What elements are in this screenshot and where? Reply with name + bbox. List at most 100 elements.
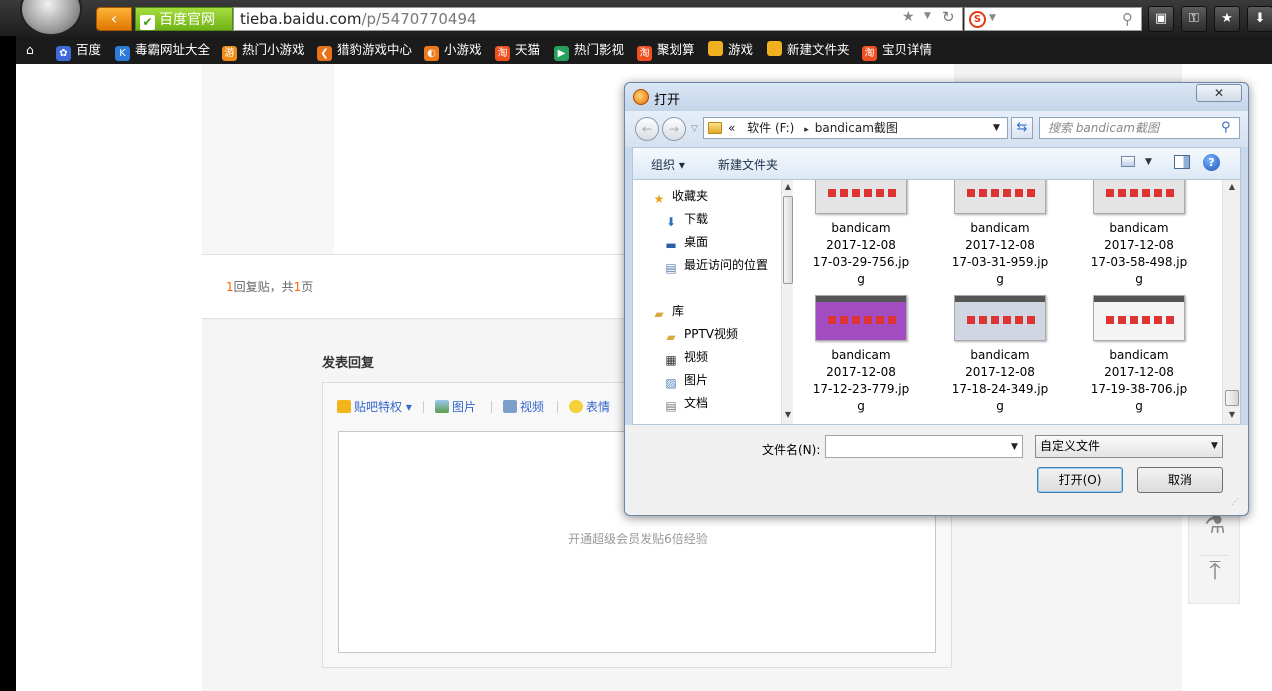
- tree-item-videos[interactable]: ▦ 视频: [663, 347, 708, 367]
- file-thumbnail: [1093, 295, 1185, 341]
- tree-item-pptv[interactable]: ▰ PPTV视频: [663, 324, 738, 344]
- bookmark-duba[interactable]: K 毒霸网址大全: [115, 41, 210, 61]
- search-icon[interactable]: ⚲: [1122, 10, 1133, 28]
- bookmark-hot-games[interactable]: 游热门小游戏: [222, 41, 305, 61]
- close-icon: ✕: [1213, 86, 1225, 100]
- chevron-down-icon[interactable]: ▼: [989, 13, 996, 23]
- bookmark-folder-new[interactable]: 新建文件夹: [767, 41, 850, 59]
- breadcrumb-folder[interactable]: bandicam截图: [815, 121, 898, 135]
- bookmarks-bar: ⌂ ✿ 百度 K 毒霸网址大全 游热门小游戏 ❮ 猎豹游戏中心 ◐ 小游戏 淘天猫 ▶ 热…: [16, 36, 1272, 64]
- tree-item-downloads[interactable]: ⬇ 下载: [663, 209, 708, 229]
- bookmark-folder-games[interactable]: 游戏: [708, 41, 753, 59]
- scroll-up-icon[interactable]: ▲: [783, 182, 793, 194]
- file-name: bandicam: [970, 348, 1030, 362]
- home-icon[interactable]: ⌂: [26, 41, 34, 59]
- navigation-scrollbar[interactable]: ▲ ▼: [781, 180, 793, 424]
- bookmark-baidu[interactable]: ✿ 百度: [56, 41, 101, 61]
- bookmark-item-detail[interactable]: 淘宝贝详情: [862, 41, 932, 61]
- chevron-down-icon[interactable]: ▼: [1211, 436, 1218, 457]
- browser-logo-icon[interactable]: [22, 0, 80, 34]
- preview-pane-icon[interactable]: [1174, 155, 1190, 169]
- tree-item-libraries[interactable]: ▰ 库: [651, 301, 684, 321]
- recent-places-icon: ▤: [665, 261, 677, 275]
- nav-forward-button[interactable]: →: [662, 117, 686, 141]
- star-icon[interactable]: ★: [902, 9, 915, 25]
- scroll-thumb[interactable]: [1225, 390, 1239, 406]
- refresh-button[interactable]: ⇆: [1011, 117, 1033, 139]
- favorite-icon[interactable]: ★: [1214, 6, 1240, 32]
- bookmark-juhuasuan[interactable]: 淘聚划算: [637, 41, 695, 61]
- recent-locations-dropdown[interactable]: ▽: [691, 124, 698, 134]
- scroll-down-icon[interactable]: ▼: [1227, 410, 1237, 422]
- url-path: /p/5470770494: [361, 10, 477, 28]
- library-icon: ▰: [666, 330, 676, 344]
- nav-back-button[interactable]: ←: [635, 117, 659, 141]
- dialog-titlebar[interactable]: 打开 ✕: [625, 83, 1248, 111]
- tree-item-favorites[interactable]: ★ 收藏夹: [651, 186, 708, 206]
- cancel-button[interactable]: 取消: [1137, 467, 1223, 493]
- chevron-down-icon[interactable]: ▼: [1145, 157, 1152, 167]
- filename-input[interactable]: ▼: [825, 435, 1023, 458]
- back-icon: ‹: [110, 9, 118, 28]
- dialog-search-input[interactable]: 搜索 bandicam截图 ⚲: [1039, 117, 1240, 139]
- file-item[interactable]: bandicam 2017-12-08 17-18-24-349.jp g: [936, 295, 1064, 415]
- emoji-button[interactable]: 表情: [569, 399, 610, 415]
- search-engine-icon[interactable]: S: [969, 11, 986, 28]
- back-button[interactable]: ‹: [96, 7, 132, 31]
- resize-grip-icon[interactable]: ⋰: [1231, 498, 1243, 511]
- open-button[interactable]: 打开(O): [1037, 467, 1123, 493]
- file-item[interactable]: bandicam 2017-12-08 17-03-58-498.jp g: [1075, 180, 1203, 288]
- breadcrumb-overflow[interactable]: «: [728, 121, 735, 135]
- chevron-down-icon[interactable]: ▼: [1011, 442, 1018, 452]
- tree-item-recent[interactable]: ▤ 最近访问的位置: [663, 255, 768, 275]
- chevron-down-icon[interactable]: ▼: [993, 118, 1000, 138]
- bookmark-label: 天猫: [515, 42, 541, 57]
- scroll-down-icon[interactable]: ▼: [783, 410, 793, 422]
- bookmark-hot-video[interactable]: ▶ 热门影视: [554, 41, 624, 61]
- file-item[interactable]: bandicam 2017-12-08 17-12-23-779.jp g: [797, 295, 925, 415]
- refresh-icon[interactable]: ↻: [942, 8, 955, 26]
- tab-icon[interactable]: ▣: [1148, 6, 1174, 32]
- bookmark-tmall[interactable]: 淘天猫: [495, 41, 541, 61]
- browser-toolbar: ‹ ✔ 百度官网 tieba.baidu.com/p/5470770494 ★ ▼…: [0, 0, 1272, 36]
- address-breadcrumb[interactable]: « 软件 (F:) ▸ bandicam截图 ▼: [703, 117, 1008, 139]
- search-icon[interactable]: ⚲: [1221, 118, 1231, 138]
- file-name: bandicam: [831, 221, 891, 235]
- scroll-thumb[interactable]: [783, 196, 793, 284]
- privilege-button[interactable]: 贴吧特权 ▾: [337, 399, 412, 415]
- organize-button[interactable]: 组织 ▾: [651, 156, 685, 173]
- address-bar[interactable]: tieba.baidu.com/p/5470770494: [233, 7, 963, 31]
- lock-icon[interactable]: ⚿: [1181, 6, 1207, 32]
- help-icon[interactable]: ?: [1203, 154, 1220, 171]
- breadcrumb-separator[interactable]: ▸: [804, 125, 809, 135]
- dialog-navigation: ← → ▽ « 软件 (F:) ▸ bandicam截图 ▼ ⇆ 搜索 bandi…: [625, 111, 1248, 147]
- file-ext: g: [996, 272, 1004, 286]
- chevron-down-icon[interactable]: ▼: [924, 11, 931, 21]
- bookmark-mini-games[interactable]: ◐ 小游戏: [424, 41, 482, 61]
- filetype-select[interactable]: 自定义文件 ▼: [1035, 435, 1223, 458]
- reply-count-text: 1回复贴，共1页: [226, 278, 313, 295]
- close-button[interactable]: ✕: [1196, 84, 1242, 102]
- tree-item-desktop[interactable]: ▬ 桌面: [663, 232, 708, 252]
- back-to-top-icon[interactable]: ⤒: [1201, 555, 1229, 591]
- tree-item-documents[interactable]: ▤ 文档: [663, 393, 708, 413]
- file-time: 17-03-58-498.jp: [1090, 255, 1188, 269]
- download-icon[interactable]: ⬇: [1247, 6, 1272, 32]
- new-folder-button[interactable]: 新建文件夹: [718, 156, 778, 173]
- file-item[interactable]: bandicam 2017-12-08 17-03-31-959.jp g: [936, 180, 1064, 288]
- tree-item-pictures[interactable]: ▨ 图片: [663, 370, 708, 390]
- site-verified-badge[interactable]: ✔ 百度官网: [135, 7, 233, 31]
- image-button[interactable]: 图片: [435, 399, 476, 415]
- tree-item-label: 视频: [684, 350, 709, 364]
- file-list-scrollbar[interactable]: ▲ ▼: [1222, 180, 1240, 424]
- file-item[interactable]: bandicam 2017-12-08 17-03-29-756.jp g: [797, 180, 925, 288]
- file-item[interactable]: bandicam 2017-12-08 17-19-38-706.jp g: [1075, 295, 1203, 415]
- scroll-up-icon[interactable]: ▲: [1227, 182, 1237, 194]
- video-button[interactable]: 视频: [503, 399, 544, 415]
- browser-search-input[interactable]: S ▼ ⚲: [964, 7, 1142, 31]
- breadcrumb-drive[interactable]: 软件 (F:): [747, 121, 794, 135]
- check-icon: ✔: [140, 15, 155, 30]
- view-icon[interactable]: [1121, 156, 1135, 167]
- bookmark-liebao-games[interactable]: ❮ 猎豹游戏中心: [317, 41, 412, 61]
- file-ext: g: [1135, 272, 1143, 286]
